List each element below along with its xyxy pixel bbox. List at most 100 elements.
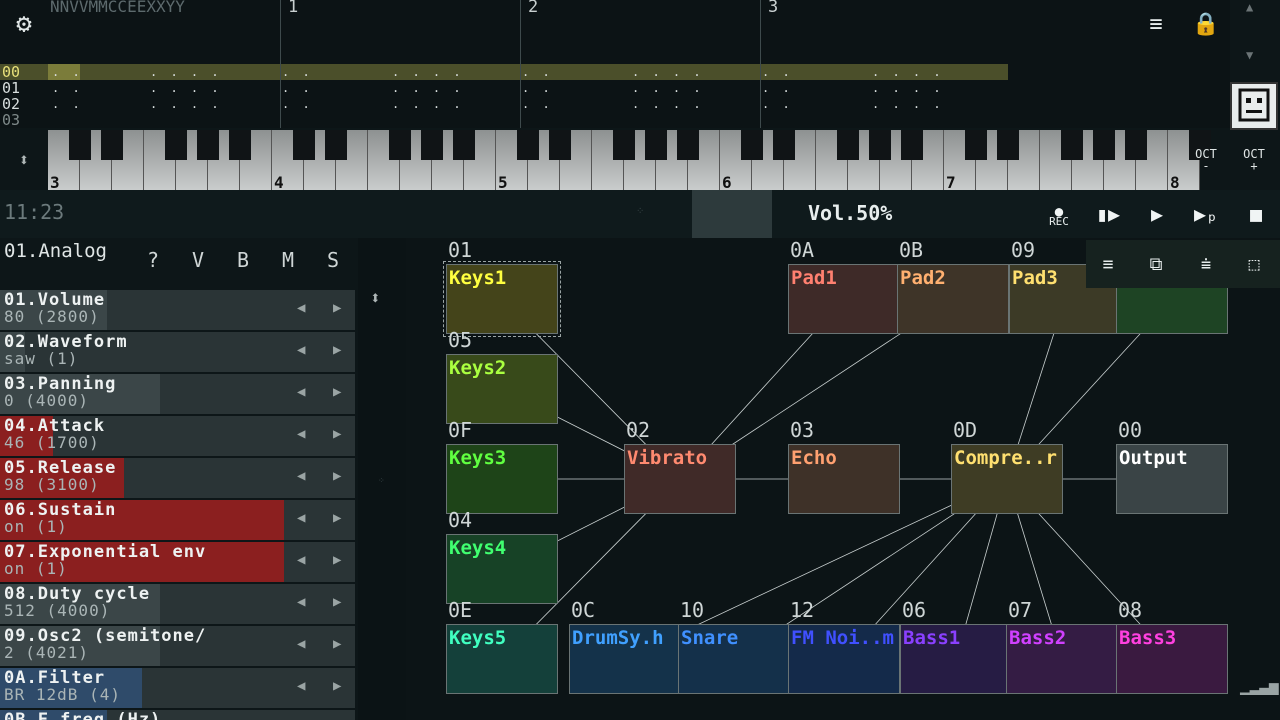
increase-icon[interactable]: ▶ — [333, 426, 341, 442]
stop-icon[interactable]: ■ — [1240, 198, 1272, 230]
parameter-row[interactable]: 08.Duty cycle 512 (4000) ◀ ▶ — [0, 584, 355, 624]
parameter-row[interactable]: 04.Attack 46 (1700) ◀ ▶ — [0, 416, 355, 456]
increase-icon[interactable]: ▶ — [333, 510, 341, 526]
increase-icon[interactable]: ▶ — [333, 384, 341, 400]
module-node[interactable]: Compre..r — [951, 444, 1063, 514]
piano-black-key[interactable] — [1061, 130, 1083, 160]
decrease-icon[interactable]: ◀ — [297, 426, 305, 442]
module-node[interactable]: Keys5 — [446, 624, 558, 694]
piano-black-key[interactable] — [101, 130, 123, 160]
app-menu-icon[interactable]: ⚙ — [0, 0, 48, 48]
piano-black-key[interactable] — [293, 130, 315, 160]
module-node[interactable]: Bass2 — [1006, 624, 1118, 694]
module-node[interactable]: Keys2 — [446, 354, 558, 424]
bypass-button[interactable]: B — [231, 248, 255, 272]
module-node[interactable]: Keys3 — [446, 444, 558, 514]
module-graph[interactable]: Keys1 01 Keys2 05 Keys3 0F Keys4 04 Keys5 0E Vibra… — [406, 238, 1280, 720]
piano-black-key[interactable] — [517, 130, 539, 160]
piano-black-key[interactable] — [69, 130, 91, 160]
mute-button[interactable]: M — [276, 248, 300, 272]
piano-black-key[interactable] — [325, 130, 347, 160]
octave-up-button[interactable]: OCT + — [1230, 148, 1278, 172]
decrease-icon[interactable]: ◀ — [297, 384, 305, 400]
help-button[interactable]: ? — [141, 248, 165, 272]
octave-down-button[interactable]: OCT - — [1182, 148, 1230, 172]
parameter-row[interactable]: 09.Osc2 (semitone/2 (4021) ◀ ▶ — [0, 626, 355, 666]
keyboard-scroll-icon[interactable]: ⬍ — [0, 130, 48, 190]
transport-selection[interactable] — [692, 190, 772, 238]
module-node[interactable]: Keys1 — [443, 261, 561, 337]
piano-black-key[interactable] — [613, 130, 635, 160]
drag-handle-icon[interactable]: ⁘ — [378, 476, 385, 485]
list-icon[interactable]: ≡ — [1092, 248, 1124, 280]
connect-icon[interactable]: ⧉ — [1140, 248, 1172, 280]
view-button[interactable]: V — [186, 248, 210, 272]
piano-black-key[interactable] — [165, 130, 187, 160]
piano-black-key[interactable] — [901, 130, 923, 160]
decrease-icon[interactable]: ◀ — [297, 552, 305, 568]
piano-black-key[interactable] — [645, 130, 667, 160]
increase-icon[interactable]: ▶ — [333, 636, 341, 652]
piano-black-key[interactable] — [421, 130, 443, 160]
piano-black-key[interactable] — [549, 130, 571, 160]
increase-icon[interactable]: ▶ — [333, 300, 341, 316]
parameter-row[interactable]: 0B.F.freq (Hz)◀▶ — [0, 710, 355, 720]
module-node[interactable]: Output — [1116, 444, 1228, 514]
piano-keyboard[interactable]: 345678 — [48, 130, 1211, 192]
avatar[interactable] — [1230, 82, 1278, 130]
decrease-icon[interactable]: ◀ — [297, 678, 305, 694]
scroll-up-icon[interactable]: ▲ — [1246, 0, 1253, 14]
parameter-row[interactable]: 06.Sustain on (1) ◀ ▶ — [0, 500, 355, 540]
parameter-row[interactable]: 01.Volume 80 (2800) ◀ ▶ — [0, 290, 355, 330]
play-icon[interactable]: ▶ — [1141, 198, 1173, 230]
select-icon[interactable]: ⬚ — [1238, 248, 1270, 280]
piano-black-key[interactable] — [837, 130, 859, 160]
parameter-row[interactable]: 07.Exponential env on (1) ◀ ▶ — [0, 542, 355, 582]
instrument-title[interactable]: 01.Analog — [4, 240, 107, 262]
parameter-row[interactable]: 0A.Filter BR 12dB (4) ◀ ▶ — [0, 668, 355, 708]
play-pattern-icon[interactable]: ▮▶ — [1092, 198, 1124, 230]
module-node[interactable]: DrumSy.h — [569, 624, 681, 694]
module-node[interactable]: Echo — [788, 444, 900, 514]
increase-icon[interactable]: ▶ — [333, 342, 341, 358]
scroll-down-icon[interactable]: ▼ — [1246, 48, 1253, 62]
parameter-row[interactable]: 05.Release 98 (3100) ◀ ▶ — [0, 458, 355, 498]
play-from-position-icon[interactable]: ▶ₚ — [1190, 198, 1222, 230]
mixer-icon[interactable]: ⩧ — [1190, 248, 1222, 280]
increase-icon[interactable]: ▶ — [333, 594, 341, 610]
parameter-row[interactable]: 03.Panning 0 (4000) ◀ ▶ — [0, 374, 355, 414]
piano-black-key[interactable] — [677, 130, 699, 160]
module-node[interactable]: Snare — [678, 624, 790, 694]
volume-display[interactable]: Vol.50% — [808, 201, 892, 225]
decrease-icon[interactable]: ◀ — [297, 300, 305, 316]
lock-icon[interactable]: 🔒 — [1190, 8, 1222, 40]
piano-black-key[interactable] — [229, 130, 251, 160]
piano-black-key[interactable] — [773, 130, 795, 160]
piano-black-key[interactable] — [1093, 130, 1115, 160]
piano-black-key[interactable] — [453, 130, 475, 160]
piano-black-key[interactable] — [965, 130, 987, 160]
increase-icon[interactable]: ▶ — [333, 468, 341, 484]
drag-handle-icon[interactable]: ⁘ — [636, 206, 644, 217]
decrease-icon[interactable]: ◀ — [297, 342, 305, 358]
module-node[interactable]: Pad2 — [897, 264, 1009, 334]
piano-black-key[interactable] — [997, 130, 1019, 160]
module-node[interactable]: Bass1 — [900, 624, 1012, 694]
piano-black-key[interactable] — [197, 130, 219, 160]
increase-icon[interactable]: ▶ — [333, 678, 341, 694]
module-node[interactable]: Keys4 — [446, 534, 558, 604]
piano-black-key[interactable] — [389, 130, 411, 160]
decrease-icon[interactable]: ◀ — [297, 510, 305, 526]
resize-icon[interactable]: ⬍ — [370, 288, 381, 309]
piano-black-key[interactable] — [741, 130, 763, 160]
decrease-icon[interactable]: ◀ — [297, 594, 305, 610]
decrease-icon[interactable]: ◀ — [297, 636, 305, 652]
module-node[interactable]: Vibrato — [624, 444, 736, 514]
menu-icon[interactable]: ≡ — [1140, 8, 1172, 40]
piano-black-key[interactable] — [1125, 130, 1147, 160]
module-node[interactable]: Pad1 — [788, 264, 900, 334]
increase-icon[interactable]: ▶ — [333, 552, 341, 568]
piano-black-key[interactable] — [869, 130, 891, 160]
solo-button[interactable]: S — [321, 248, 345, 272]
module-node[interactable]: Bass3 — [1116, 624, 1228, 694]
